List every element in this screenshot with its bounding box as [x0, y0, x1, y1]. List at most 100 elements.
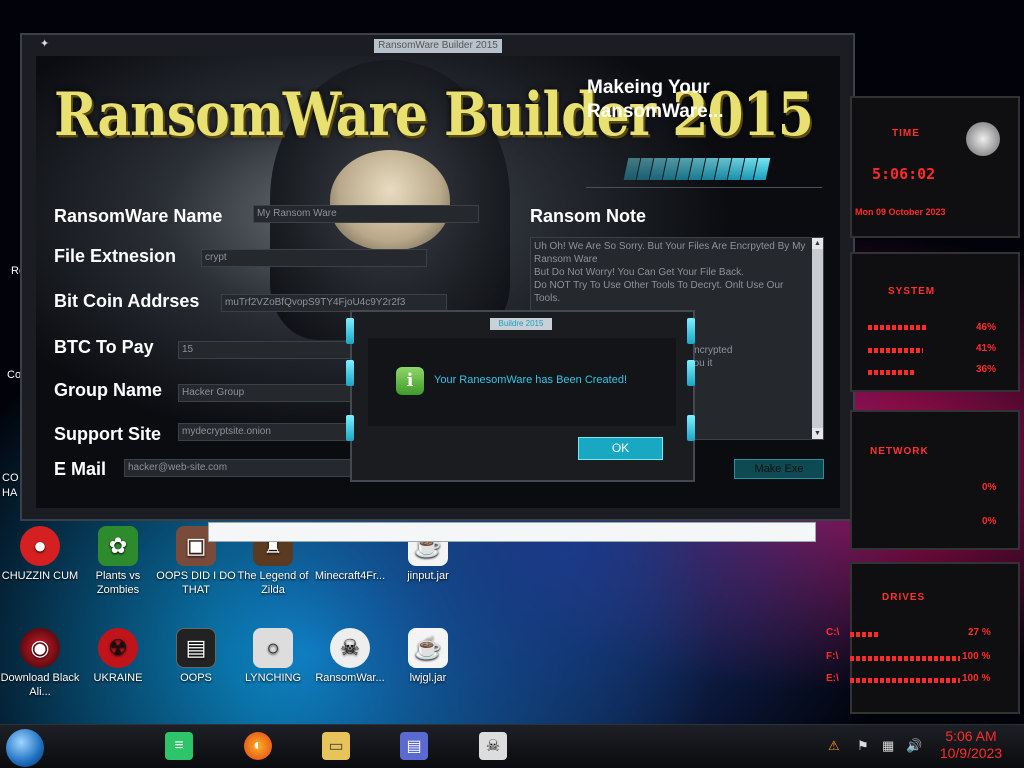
clock-time: 5:06 AM — [945, 728, 997, 744]
desktop-icon-label: Download Black Ali... — [0, 672, 80, 698]
file-extension-field[interactable]: crypt — [201, 249, 427, 267]
bitcoin-address-label: Bit Coin Addrses — [54, 291, 200, 311]
window-title: RansomWare Builder 2015 — [374, 39, 502, 53]
dialog-decor-stud — [687, 318, 695, 344]
plant-icon: ✿ — [98, 526, 138, 566]
desktop-icon-label: RansomWar... — [315, 672, 385, 684]
make-exe-button[interactable]: Make Exe — [734, 459, 824, 479]
drive-bar — [850, 678, 960, 683]
desktop-icon-label: Plants vs Zombies — [95, 570, 141, 596]
desktop-icon-label: The Legend of Zilda — [237, 570, 309, 596]
ransomware-name-label: RansomWare Name — [54, 206, 223, 226]
control-panel-icon[interactable]: ▤ — [400, 732, 428, 760]
desktop-icon-black-alien[interactable]: ◉ Download Black Ali... — [0, 628, 80, 699]
system-value: 36% — [976, 364, 997, 375]
email-label: E Mail — [54, 459, 107, 479]
window-menu-icon[interactable]: ✦ — [40, 37, 54, 51]
info-icon: i — [396, 367, 424, 395]
noose-icon: ○ — [253, 628, 293, 668]
ransom-note-label: Ransom Note — [530, 206, 647, 226]
desktop-icon-lynching[interactable]: ○ LYNCHING — [233, 628, 313, 685]
btc-to-pay-field[interactable]: 15 — [178, 341, 353, 359]
dialog-decor-stud — [346, 415, 354, 441]
drive-bar — [850, 656, 960, 661]
alienware-icon: ◉ — [20, 628, 60, 668]
desktop-edge-label[interactable]: CO — [2, 472, 19, 484]
mask-art — [330, 150, 450, 250]
desktop-icon-label: OOPS DID I DO THAT — [156, 570, 236, 596]
drive-label: F:\ — [826, 651, 839, 662]
warning-icon[interactable]: ⚠ — [828, 738, 840, 754]
desktop-icon-ransomware[interactable]: ☠ RansomWar... — [310, 628, 390, 685]
ransomware-name-field[interactable]: My Ransom Ware — [253, 205, 479, 223]
drives-gadget-title: Drives — [882, 592, 926, 603]
drive-label: E:\ — [826, 673, 839, 684]
dialog-title: Buildre 2015 — [490, 318, 552, 330]
email-field[interactable]: hacker@web-site.com — [124, 459, 354, 477]
chuzzle-icon: ● — [20, 526, 60, 566]
desktop-icon-chuzzin[interactable]: ● CHUZZIN CUM — [0, 526, 80, 583]
dialog-message: Your RanesomWare has Been Created! — [434, 374, 628, 386]
group-name-field[interactable]: Hacker Group — [178, 384, 353, 402]
desktop-edge-label[interactable]: Co — [7, 369, 21, 381]
dialog-decor-stud — [687, 360, 695, 386]
notes-app-icon[interactable]: ≡ — [165, 732, 193, 760]
desktop-icon-label: UKRAINE — [93, 672, 143, 684]
volume-icon[interactable]: 🔊 — [906, 738, 922, 754]
network-gadget[interactable] — [850, 410, 1020, 550]
desktop-icon-lwjgl[interactable]: ☕ lwjgl.jar — [388, 628, 468, 685]
dialog-decor-stud — [346, 318, 354, 344]
time-gadget-title: Time — [892, 128, 920, 139]
gadget-time: 5:06:02 — [872, 165, 936, 183]
drive-value: 100 % — [962, 651, 991, 662]
desktop-icon-label: Minecraft4Fr... — [314, 570, 386, 582]
desktop-edge-label[interactable]: HA — [2, 487, 17, 499]
progress-heading: Makeing Your RansomWare... — [587, 76, 724, 124]
btc-to-pay-label: BTC To Pay — [54, 337, 154, 357]
skull-icon: ☠ — [330, 628, 370, 668]
system-gadget-title: System — [888, 286, 936, 297]
desktop-icon-oops[interactable]: ▤ OOPS — [156, 628, 236, 685]
scroll-down-icon[interactable]: ▼ — [812, 428, 823, 439]
gadget-date: Mon 09 October 2023 — [855, 207, 946, 217]
cpu-bar — [868, 325, 928, 330]
system-value: 41% — [976, 343, 997, 354]
network-value: 0% — [982, 516, 997, 527]
system-value: 46% — [976, 322, 997, 333]
network-value: 0% — [982, 482, 997, 493]
network-gadget-title: Network — [870, 446, 929, 457]
drive-value: 100 % — [962, 673, 991, 684]
radiation-icon: ☢ — [98, 628, 138, 668]
file-extension-label: File Extnesion — [54, 246, 177, 266]
drive-bar — [850, 632, 880, 637]
support-site-field[interactable]: mydecryptsite.onion — [178, 423, 353, 441]
support-site-label: Support Site — [54, 424, 161, 444]
file-explorer-icon[interactable]: ▭ — [322, 732, 350, 760]
desktop-icon-label: CHUZZIN CUM — [1, 570, 79, 582]
firefox-icon[interactable]: ◐ — [244, 732, 272, 760]
group-name-label: Group Name — [54, 380, 163, 400]
desktop-icon-plants[interactable]: ✿ Plants vs Zombies — [78, 526, 158, 597]
taskbar-clock[interactable]: 5:06 AM 10/9/2023 — [936, 728, 1006, 762]
shortcut-icon: ▤ — [176, 628, 216, 668]
flag-icon[interactable]: ⚑ — [857, 738, 869, 754]
dialog-decor-stud — [346, 360, 354, 386]
drive-value: 27 % — [968, 627, 991, 638]
dialog-decor-stud — [687, 415, 695, 441]
start-button[interactable] — [6, 729, 44, 767]
desktop-icon-label: OOPS — [180, 672, 212, 684]
progress-heading-line: Makeing Your — [587, 77, 710, 98]
ram-bar — [868, 348, 923, 353]
swap-bar — [868, 370, 916, 375]
ok-button[interactable]: OK — [578, 437, 663, 460]
drives-gadget[interactable] — [850, 562, 1020, 714]
desktop-icon-label: LYNCHING — [244, 672, 302, 684]
desktop-icon-label: lwjgl.jar — [409, 672, 447, 684]
ransomware-taskbar-icon[interactable]: ☠ — [479, 732, 507, 760]
ransom-note-scrollbar[interactable]: ▲ ▼ — [812, 238, 823, 439]
scroll-up-icon[interactable]: ▲ — [812, 238, 823, 249]
clock-date: 10/9/2023 — [939, 745, 1003, 761]
java-icon: ☕ — [408, 628, 448, 668]
network-icon[interactable]: ▦ — [882, 738, 894, 754]
desktop-icon-ukraine[interactable]: ☢ UKRAINE — [78, 628, 158, 685]
